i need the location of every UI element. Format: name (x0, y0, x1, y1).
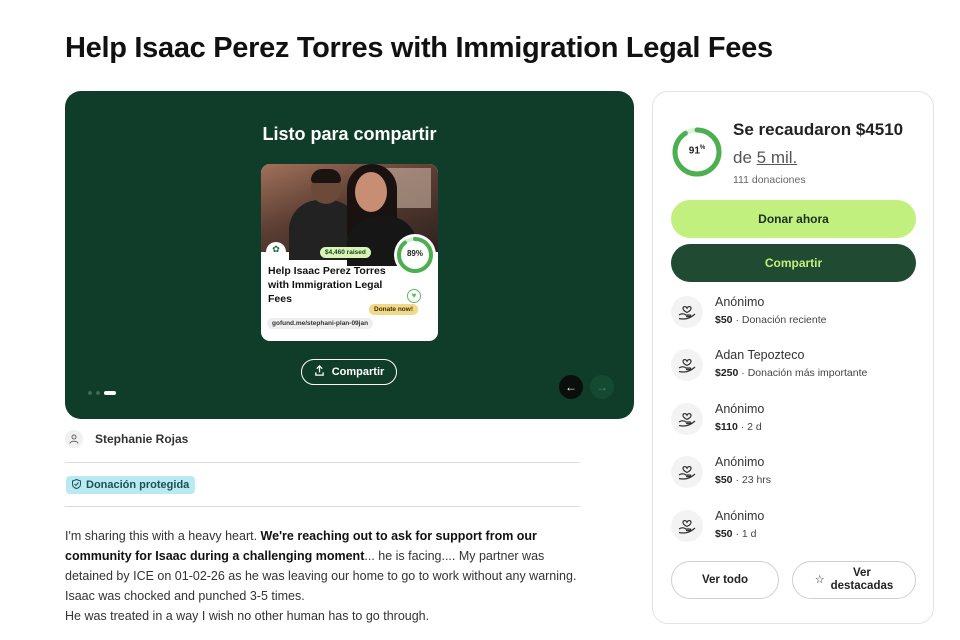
see-all-button[interactable]: Ver todo (671, 561, 779, 599)
donor-note: · 23 hrs (732, 474, 772, 486)
donor-item: Anónimo $110 · 2 d (671, 402, 921, 442)
donation-hand-icon (671, 296, 703, 328)
card-progress-ring: 89% (394, 234, 436, 276)
donor-name: Anónimo (715, 295, 765, 309)
donor-amount: $250 (715, 367, 739, 379)
donor-meta: $110 · 2 d (715, 421, 762, 433)
donation-hand-icon (671, 349, 703, 381)
star-icon: ☆ (814, 573, 825, 586)
hero-share-label: Compartir (331, 366, 385, 378)
story-intro: I'm sharing this with a heavy heart. (65, 529, 261, 543)
progress-ring: 91% (671, 126, 723, 178)
card-progress-label: 89% (406, 249, 423, 258)
donor-amount: $50 (715, 474, 733, 486)
divider (65, 506, 580, 507)
see-featured-button[interactable]: ☆ Ver destacadas (792, 561, 916, 599)
arrow-right-icon: → (596, 380, 608, 394)
donor-meta: $50 · Donación reciente (715, 314, 827, 326)
carousel-dot[interactable] (96, 391, 100, 395)
donation-sidebar: 91% Se recaudaron $4510 de 5 mil. 111 do… (652, 91, 934, 624)
goal-line: de 5 mil. (733, 148, 798, 167)
carousel-dots (88, 391, 116, 395)
donor-item: Anónimo $50 · Donación reciente (671, 295, 921, 335)
hero-share-button[interactable]: Compartir (301, 359, 397, 385)
person-icon (65, 430, 83, 448)
protected-donation-badge[interactable]: Donación protegida (66, 476, 196, 494)
donor-note: · 1 d (732, 528, 757, 540)
shield-icon (72, 478, 81, 491)
organizer[interactable]: Stephanie Rojas (65, 430, 188, 448)
arrow-left-icon: ← (565, 380, 577, 394)
amount-raised: Se recaudaron $4510 (733, 120, 904, 139)
card-title: Help Isaac Perez Torres with Immigration… (268, 265, 386, 305)
donor-note: · 2 d (737, 421, 762, 433)
carousel-next-button[interactable]: → (590, 375, 614, 399)
share-button[interactable]: Compartir (671, 244, 916, 282)
donation-count: 111 donaciones (733, 174, 806, 186)
donor-meta: $50 · 23 hrs (715, 474, 771, 486)
protected-label: Donación protegida (86, 479, 190, 491)
donor-note: · Donación reciente (732, 314, 827, 326)
heart-icon: ♥ (407, 289, 421, 303)
donor-name: Anónimo (715, 509, 765, 523)
card-url: gofund.me/stephani-plan-09jan (267, 318, 374, 329)
card-raised-tag: $4,460 raised (320, 247, 371, 258)
donor-note: · Donación más importante (738, 367, 868, 379)
story-paragraph: He was treated in a way I wish no other … (65, 609, 430, 623)
donor-name: Adan Tepozteco (715, 348, 805, 362)
hero-carousel: Listo para compartir ✿ $4,460 raised 89%… (65, 91, 634, 419)
donor-meta: $250 · Donación más importante (715, 367, 867, 379)
see-featured-label: Ver destacadas (830, 567, 894, 592)
donate-now-button[interactable]: Donar ahora (671, 200, 916, 238)
donor-amount: $50 (715, 528, 733, 540)
carousel-dot[interactable] (88, 391, 92, 395)
donor-name: Anónimo (715, 455, 765, 469)
donor-amount: $50 (715, 314, 733, 326)
campaign-story: I'm sharing this with a heavy heart. We'… (65, 526, 585, 626)
divider (65, 462, 580, 463)
goal-amount[interactable]: 5 mil. (757, 148, 798, 167)
share-card-preview: ✿ $4,460 raised 89% Help Isaac Perez Tor… (261, 164, 438, 341)
donation-hand-icon (671, 403, 703, 435)
donor-meta: $50 · 1 d (715, 528, 756, 540)
progress-percent: 91% (688, 145, 706, 157)
hero-heading: Listo para compartir (262, 124, 437, 144)
upload-icon (314, 365, 325, 379)
donor-item: Anónimo $50 · 23 hrs (671, 455, 921, 495)
donor-amount: $110 (715, 421, 738, 433)
donor-name: Anónimo (715, 402, 765, 416)
gofundme-logo-icon: ✿ (266, 242, 286, 256)
carousel-prev-button[interactable]: ← (559, 375, 583, 399)
donation-hand-icon (671, 510, 703, 542)
page-title: Help Isaac Perez Torres with Immigration… (65, 32, 773, 64)
donation-hand-icon (671, 456, 703, 488)
donor-item: Adan Tepozteco $250 · Donación más import… (671, 348, 921, 388)
card-donate-chip: Donate now! (369, 304, 418, 315)
organizer-name: Stephanie Rojas (95, 432, 189, 446)
donor-item: Anónimo $50 · 1 d (671, 509, 921, 549)
carousel-dot-active[interactable] (104, 391, 116, 395)
